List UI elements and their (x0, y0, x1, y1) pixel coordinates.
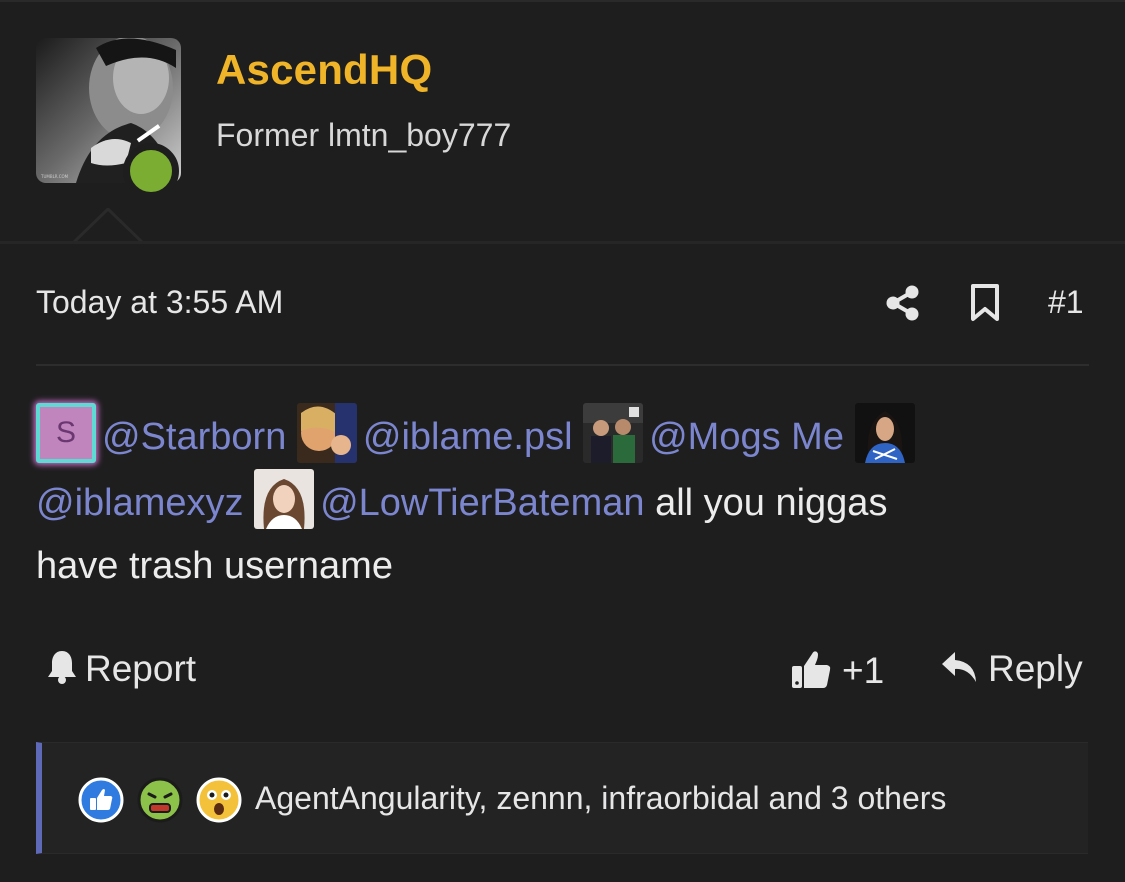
sick-face-icon (137, 777, 183, 823)
message-text: all you niggas (655, 482, 888, 524)
like-button[interactable]: +1 (790, 648, 884, 692)
bookmark-icon[interactable] (969, 284, 1001, 322)
header-pointer (73, 208, 143, 244)
message-text: have trash username (36, 545, 393, 587)
reply-button[interactable]: Reply (940, 648, 1083, 690)
mention-avatar-starborn[interactable]: S (36, 403, 96, 463)
shocked-face-icon (196, 777, 242, 823)
mention-link[interactable]: @Mogs Me (649, 416, 844, 458)
report-button[interactable]: Report (45, 648, 196, 690)
report-label: Report (85, 648, 197, 689)
username[interactable]: AscendHQ (216, 46, 432, 94)
svg-text:TUMBLR.COM: TUMBLR.COM (40, 174, 69, 179)
mention-link[interactable]: @iblamexyz (36, 482, 244, 524)
reactions-bar[interactable]: AgentAngularity, zennn, infraorbidal and… (36, 742, 1088, 854)
reactions-summary[interactable]: AgentAngularity, zennn, infraorbidal and… (255, 780, 946, 817)
mention-avatar-iblame-psl[interactable] (296, 403, 357, 463)
message-body: S @Starborn @iblame.psl @Mogs Me @iblamex… (36, 403, 1096, 598)
thumbs-up-icon (792, 651, 831, 688)
post-date[interactable]: Today at 3:55 AM (36, 284, 283, 321)
like-icon (78, 777, 124, 823)
reply-arrow-icon (942, 652, 976, 682)
post-number-link[interactable]: #1 (1048, 284, 1084, 321)
mention-avatar-lowtierbateman[interactable] (254, 469, 315, 529)
meta-divider (36, 364, 1089, 366)
reply-label: Reply (988, 648, 1083, 689)
mention-avatar-iblamexyz[interactable] (854, 403, 915, 463)
post-user-header: TUMBLR.COM AscendHQ Former lmtn_boy777 (0, 0, 1125, 244)
mention-link[interactable]: @iblame.psl (363, 416, 573, 458)
mention-link[interactable]: @Starborn (102, 416, 286, 458)
user-title: Former lmtn_boy777 (216, 117, 512, 153)
mention-avatar-mogs-me[interactable] (583, 403, 644, 463)
like-count: +1 (842, 650, 885, 691)
header-divider (0, 241, 1125, 244)
mention-link[interactable]: @LowTierBateman (320, 482, 644, 524)
bell-icon (48, 651, 76, 684)
online-status-indicator (123, 143, 179, 199)
share-icon[interactable] (884, 284, 922, 322)
